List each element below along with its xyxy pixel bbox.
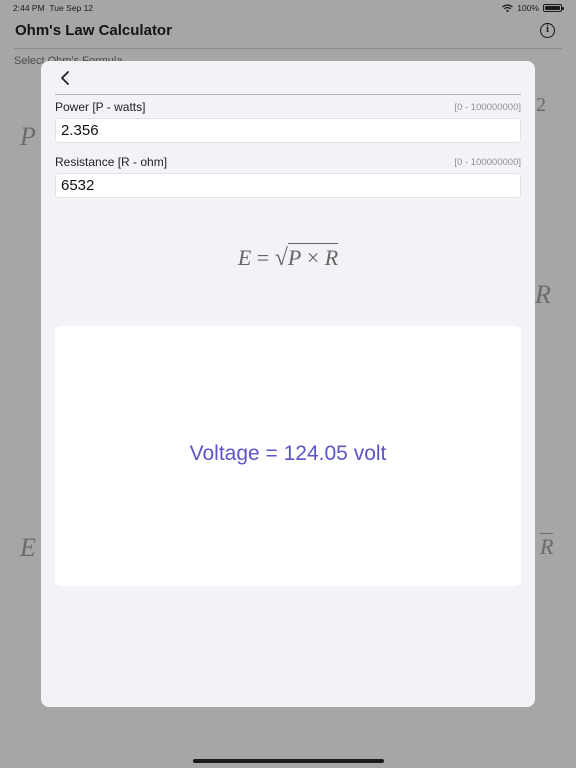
header-divider (14, 48, 562, 49)
power-range: [0 - 100000000] (454, 102, 521, 113)
chevron-left-icon (61, 71, 69, 85)
bg-formula-p[interactable]: P (20, 122, 36, 152)
bg-formula-r[interactable]: R (535, 280, 551, 310)
info-button[interactable]: i (540, 23, 555, 38)
info-icon: i (546, 24, 549, 35)
battery-percent: 100% (517, 3, 539, 13)
result-card: Voltage = 124.05 volt (55, 326, 521, 586)
bg-formula-e[interactable]: E (20, 533, 36, 563)
app-title: Ohm's Law Calculator (15, 22, 172, 39)
bg-formula-exponent: 2 (536, 94, 546, 116)
home-indicator[interactable] (193, 759, 384, 763)
status-right: 100% (502, 3, 564, 13)
clock-date: Tue Sep 12 (49, 3, 94, 13)
resistance-range: [0 - 100000000] (454, 157, 521, 168)
formula-times: × (306, 245, 320, 270)
power-input[interactable] (55, 118, 521, 143)
formula-radicand: P × R (287, 243, 339, 270)
sheet-divider (55, 94, 521, 95)
status-bar: 2:44 PM Tue Sep 12 100% (0, 0, 576, 16)
formula-p: P (287, 245, 302, 270)
back-button[interactable] (53, 67, 77, 89)
clock-time: 2:44 PM (13, 3, 45, 13)
calculator-sheet: Power [P - watts] [0 - 100000000] Resist… (41, 61, 535, 707)
formula-r: R (324, 245, 339, 270)
power-label: Power [P - watts] (55, 100, 146, 114)
resistance-label: Resistance [R - ohm] (55, 155, 168, 169)
bg-formula-r-sqrt[interactable]: R (540, 533, 554, 560)
wifi-icon (502, 4, 514, 12)
battery-icon (543, 4, 564, 12)
formula-equals: = (256, 245, 270, 270)
resistance-input[interactable] (55, 173, 521, 198)
voltage-result: Voltage = 124.05 volt (189, 442, 387, 465)
formula-display: E = √P × R (41, 243, 535, 272)
sqrt-icon: √ (274, 245, 288, 271)
status-time: 2:44 PM Tue Sep 12 (13, 3, 93, 13)
formula-lhs: E (237, 245, 252, 270)
